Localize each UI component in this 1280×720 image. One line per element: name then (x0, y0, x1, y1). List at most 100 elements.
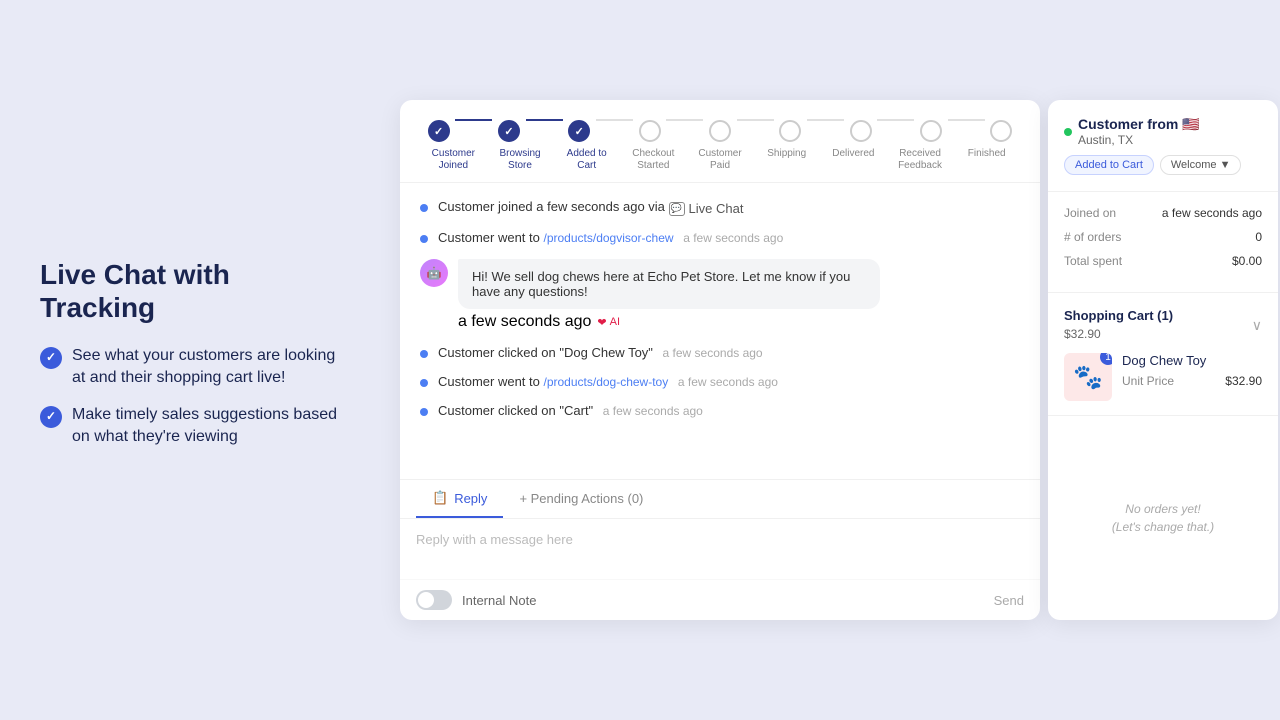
orders-value: 0 (1255, 230, 1262, 244)
total-label: Total spent (1064, 254, 1122, 268)
page-link-1: /products/dogvisor-chew (544, 231, 674, 245)
step-browsing-store (490, 120, 527, 142)
left-panel: Live Chat with Tracking See what your cu… (0, 218, 390, 503)
joined-value: a few seconds ago (1162, 206, 1262, 220)
agent-bubble: Hi! We sell dog chews here at Echo Pet S… (458, 259, 880, 309)
cart-total: $32.90 (1064, 327, 1101, 341)
cart-price-row: Unit Price $32.90 (1122, 374, 1262, 388)
orders-label: # of orders (1064, 230, 1121, 244)
step-label-8: ReceivedFeedback (887, 148, 954, 172)
cart-header[interactable]: Shopping Cart (1) $32.90 ∨ (1064, 307, 1262, 343)
step-checkout-started (631, 120, 668, 142)
connector-6 (807, 119, 844, 121)
agent-timestamp: a few seconds ago (458, 313, 591, 331)
feature-text-1: See what your customers are looking at a… (72, 345, 350, 390)
page-title: Live Chat with Tracking (40, 258, 350, 325)
total-value: $0.00 (1232, 254, 1262, 268)
activity-dot-1 (420, 204, 428, 212)
joined-label: Joined on (1064, 206, 1116, 220)
activity-text-2: Customer went to /products/dogvisor-chew… (438, 230, 1020, 245)
main-content: CustomerJoined BrowsingStore Added toCar… (390, 0, 1280, 720)
reply-input-area[interactable]: Reply with a message here (400, 519, 1040, 579)
online-indicator (1064, 128, 1072, 136)
customer-from-label: Customer from (1078, 116, 1178, 132)
check-icon-1 (40, 347, 62, 369)
step-label-5: CustomerPaid (687, 148, 754, 172)
chat-messages: Customer joined a few seconds ago via 💬 … (400, 183, 1040, 479)
connector-3 (596, 119, 633, 121)
cart-item: 🐾 1 Dog Chew Toy Unit Price $32.90 (1064, 353, 1262, 401)
unit-price-label: Unit Price (1122, 374, 1174, 388)
step-label-3: Added toCart (553, 148, 620, 172)
chat-panel: CustomerJoined BrowsingStore Added toCar… (400, 100, 1040, 620)
step-circle-4 (639, 120, 661, 142)
step-circle-9 (990, 120, 1012, 142)
cart-item-image: 🐾 1 (1064, 353, 1112, 401)
feature-text-2: Make timely sales suggestions based on w… (72, 404, 350, 449)
pending-tab-label: + Pending Actions (0) (519, 491, 643, 506)
step-added-to-cart (561, 120, 598, 142)
tag-welcome: Welcome ▼ (1160, 155, 1242, 175)
activity-went-product: Customer went to /products/dog-chew-toy … (420, 374, 1020, 389)
activity-browsed: Customer went to /products/dogvisor-chew… (420, 230, 1020, 245)
connector-5 (737, 119, 774, 121)
feature-list: See what your customers are looking at a… (40, 345, 350, 449)
customer-header: Customer from 🇺🇸 Austin, TX Added to Car… (1048, 100, 1278, 192)
page-link-2: /products/dog-chew-toy (544, 375, 669, 389)
reply-icon: 📋 (432, 490, 448, 506)
cart-section: Shopping Cart (1) $32.90 ∨ 🐾 1 Dog Chew … (1048, 293, 1278, 416)
activity-dot-3 (420, 350, 428, 358)
cart-title: Shopping Cart (1) (1064, 308, 1173, 323)
info-total: Total spent $0.00 (1064, 254, 1262, 268)
stepper: CustomerJoined BrowsingStore Added toCar… (400, 100, 1040, 183)
internal-note-toggle[interactable] (416, 590, 452, 610)
customer-name: Customer from 🇺🇸 (1078, 116, 1200, 133)
internal-note-label: Internal Note (462, 593, 536, 608)
customer-info: Joined on a few seconds ago # of orders … (1048, 192, 1278, 293)
step-customer-paid (701, 120, 738, 142)
step-label-7: Delivered (820, 148, 887, 172)
step-received-feedback (912, 120, 949, 142)
activity-dot-2 (420, 235, 428, 243)
step-label-2: BrowsingStore (487, 148, 554, 172)
connector-4 (666, 119, 703, 121)
step-circle-2 (498, 120, 520, 142)
connector-2 (526, 119, 563, 121)
send-button[interactable]: Send (994, 593, 1024, 608)
step-shipping (772, 120, 809, 142)
customer-flag: 🇺🇸 (1182, 116, 1199, 132)
reply-actions: Internal Note Send (400, 579, 1040, 620)
internal-note: Internal Note (416, 590, 536, 610)
feature-item-1: See what your customers are looking at a… (40, 345, 350, 390)
timestamp-4: a few seconds ago (678, 375, 778, 389)
info-joined: Joined on a few seconds ago (1064, 206, 1262, 220)
unit-price-value: $32.90 (1225, 374, 1262, 388)
connector-7 (877, 119, 914, 121)
reply-tabs: 📋 Reply + Pending Actions (0) (400, 480, 1040, 519)
live-chat-badge: 💬 Live Chat (669, 201, 744, 216)
cart-item-name: Dog Chew Toy (1122, 353, 1262, 368)
step-circle-8 (920, 120, 942, 142)
activity-text-4: Customer went to /products/dog-chew-toy … (438, 374, 1020, 389)
connector-8 (948, 119, 985, 121)
reply-tab-label: Reply (454, 491, 487, 506)
activity-joined: Customer joined a few seconds ago via 💬 … (420, 199, 1020, 216)
step-label-1: CustomerJoined (420, 148, 487, 172)
connector-1 (455, 119, 492, 121)
right-panel: Customer from 🇺🇸 Austin, TX Added to Car… (1048, 100, 1278, 620)
timestamp-3: a few seconds ago (663, 346, 763, 360)
tab-pending-actions[interactable]: + Pending Actions (0) (503, 480, 659, 518)
activity-text-5: Customer clicked on "Cart" a few seconds… (438, 403, 1020, 418)
activity-text-1: Customer joined a few seconds ago via 💬 … (438, 199, 1020, 216)
orders-section: No orders yet! (Let's change that.) (1048, 416, 1278, 620)
tab-reply[interactable]: 📋 Reply (416, 480, 503, 518)
step-circle-3 (568, 120, 590, 142)
activity-clicked-toy: Customer clicked on "Dog Chew Toy" a few… (420, 345, 1020, 360)
no-orders-line2: (Let's change that.) (1112, 520, 1214, 534)
info-orders: # of orders 0 (1064, 230, 1262, 244)
activity-dot-4 (420, 379, 428, 387)
step-label-6: Shipping (753, 148, 820, 172)
step-circle-7 (850, 120, 872, 142)
agent-avatar: 🤖 (420, 259, 448, 287)
chevron-down-icon: ∨ (1252, 317, 1262, 334)
